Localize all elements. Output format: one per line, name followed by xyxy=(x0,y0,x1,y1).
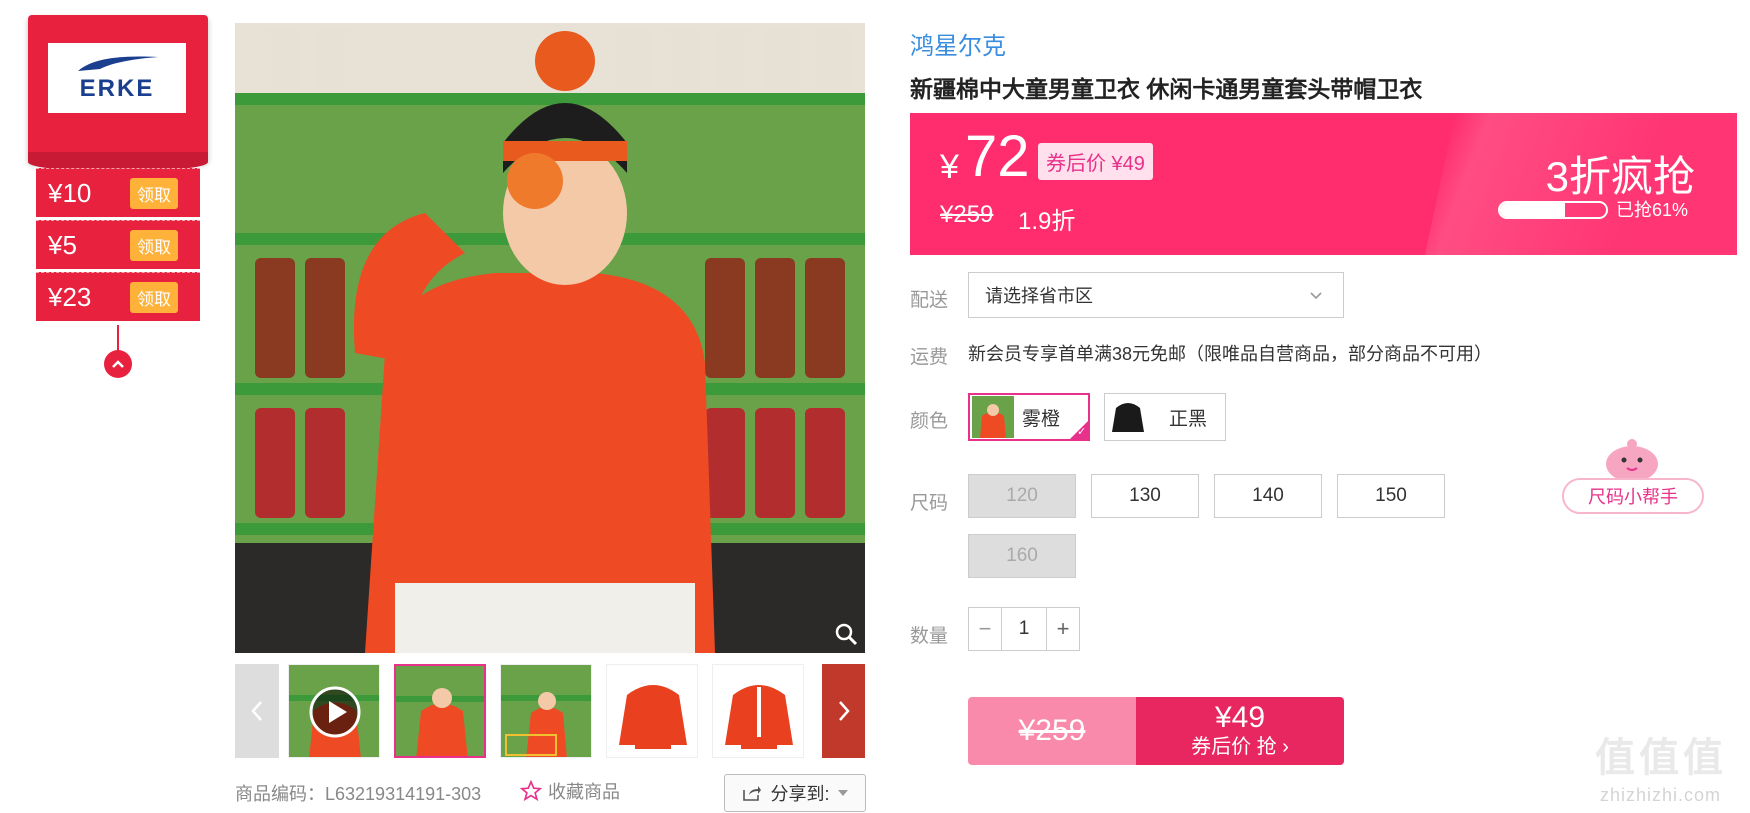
coupon-5[interactable]: ¥5 领取 xyxy=(36,220,200,269)
selected-check-icon: ✓ xyxy=(1068,419,1090,441)
shipping-info: 新会员专享首单满38元免邮（限唯品自营商品，部分商品不可用） xyxy=(968,344,1493,364)
quantity-stepper[interactable]: − 1 + xyxy=(968,607,1080,651)
thumbnail-hoodie-front[interactable] xyxy=(606,664,698,758)
share-label: 分享到: xyxy=(770,784,830,804)
region-select-value: 请选择省市区 xyxy=(985,286,1093,306)
promo-title: 3折疯抢 xyxy=(1545,153,1695,200)
buy-now-button[interactable]: ¥49 券后价 抢 › xyxy=(1136,697,1344,765)
zoom-icon[interactable] xyxy=(833,621,859,647)
price-banner: ¥ 72 券后价 ¥49 ¥259 1.9折 3折疯抢 已抢61% xyxy=(910,113,1737,255)
thumbnail-image xyxy=(289,665,379,757)
delivery-label: 配送 xyxy=(910,290,949,311)
thumbnail-next-button[interactable] xyxy=(822,664,865,758)
quantity-label: 数量 xyxy=(910,626,949,647)
erke-logo: ERKE xyxy=(48,43,186,113)
original-price: ¥259 xyxy=(940,201,994,228)
color-option-label: 雾橙 xyxy=(1022,408,1061,430)
buy-price: ¥49 xyxy=(1214,701,1266,734)
discount-rate: 1.9折 xyxy=(1018,208,1076,235)
favorite-label: 收藏商品 xyxy=(548,782,620,802)
thumbnail-selected[interactable] xyxy=(394,664,486,758)
favorite-button[interactable]: 收藏商品 xyxy=(520,778,620,804)
quantity-minus-button[interactable]: − xyxy=(969,608,1001,650)
brand-link[interactable]: 鸿星尔克 xyxy=(910,26,1006,61)
size-option-130[interactable]: 130 xyxy=(1091,474,1199,518)
watermark-url: zhizhizhi.com xyxy=(1600,785,1722,805)
color-swatch xyxy=(972,396,1014,438)
thumbnail-image xyxy=(713,665,803,757)
sold-percent: 已抢61% xyxy=(1616,200,1689,220)
size-option-150[interactable]: 150 xyxy=(1337,474,1445,518)
claim-coupon-button[interactable]: 领取 xyxy=(130,229,178,261)
thumbnail-video[interactable] xyxy=(288,664,380,758)
share-icon xyxy=(743,786,762,801)
thumbnail-prev-button[interactable] xyxy=(235,664,279,758)
chevron-down-icon xyxy=(1310,292,1322,300)
coupon-23[interactable]: ¥23 领取 xyxy=(36,272,200,321)
color-label: 颜色 xyxy=(910,411,949,432)
chevron-left-icon xyxy=(251,701,262,721)
color-option-orange[interactable]: 雾橙 ✓ xyxy=(968,393,1090,441)
claim-coupon-button[interactable]: 领取 xyxy=(130,281,178,313)
thumbnail-cart[interactable] xyxy=(500,664,592,758)
star-icon xyxy=(520,780,542,802)
color-swatch xyxy=(1107,396,1149,438)
currency-symbol: ¥ xyxy=(940,148,959,186)
main-product-image[interactable] xyxy=(235,23,865,653)
region-select[interactable]: 请选择省市区 xyxy=(968,272,1344,318)
brand-coupon-card[interactable]: ERKE xyxy=(28,15,208,172)
quantity-plus-button[interactable]: + xyxy=(1047,608,1079,650)
quantity-value[interactable]: 1 xyxy=(1001,608,1047,650)
coupon-10[interactable]: ¥10 领取 xyxy=(36,168,200,217)
watermark-logo: 值值值 xyxy=(1595,736,1727,780)
size-option-140[interactable]: 140 xyxy=(1214,474,1322,518)
thumbnail-image xyxy=(607,665,697,757)
thumbnail-image xyxy=(501,665,591,757)
product-title: 新疆棉中大童男童卫衣 休闲卡通男童套头带帽卫衣 xyxy=(910,76,1423,102)
color-option-black[interactable]: 正黑 xyxy=(1104,393,1226,441)
buy-action-label: 券后价 抢 › xyxy=(1191,736,1289,758)
chevron-up-icon xyxy=(112,360,124,368)
product-code: 商品编码：L63219314191-303 xyxy=(235,784,482,804)
coupon-amount: ¥10 xyxy=(48,177,92,208)
thumbnail-hoodie-back[interactable] xyxy=(712,664,804,758)
share-dropdown[interactable]: 分享到: xyxy=(724,774,866,812)
sold-progress-bar xyxy=(1498,201,1608,219)
size-helper-button[interactable]: 尺码小帮手 xyxy=(1562,478,1704,514)
shipping-label: 运费 xyxy=(910,347,949,368)
collapse-connector xyxy=(117,325,119,353)
thumbnail-image xyxy=(396,666,484,756)
brand-swoosh-icon xyxy=(78,56,158,71)
coupon-amount: ¥23 xyxy=(48,281,92,312)
size-option-120[interactable]: 120 xyxy=(968,474,1076,518)
brand-logo-text: ERKE xyxy=(79,75,155,102)
collapse-button[interactable] xyxy=(104,350,132,378)
coupon-amount: ¥5 xyxy=(48,229,77,260)
coupon-price-badge: 券后价 ¥49 xyxy=(1038,143,1153,180)
sold-progress-fill xyxy=(1500,203,1565,217)
current-price: 72 xyxy=(965,124,1030,189)
buy-original-price[interactable]: ¥259 xyxy=(968,697,1136,765)
caret-down-icon xyxy=(837,790,848,796)
chevron-right-icon xyxy=(838,701,850,721)
product-photo xyxy=(235,23,865,653)
claim-coupon-button[interactable]: 领取 xyxy=(130,177,178,209)
size-option-160[interactable]: 160 xyxy=(968,534,1076,578)
size-label: 尺码 xyxy=(910,493,949,514)
color-option-label: 正黑 xyxy=(1169,408,1208,430)
